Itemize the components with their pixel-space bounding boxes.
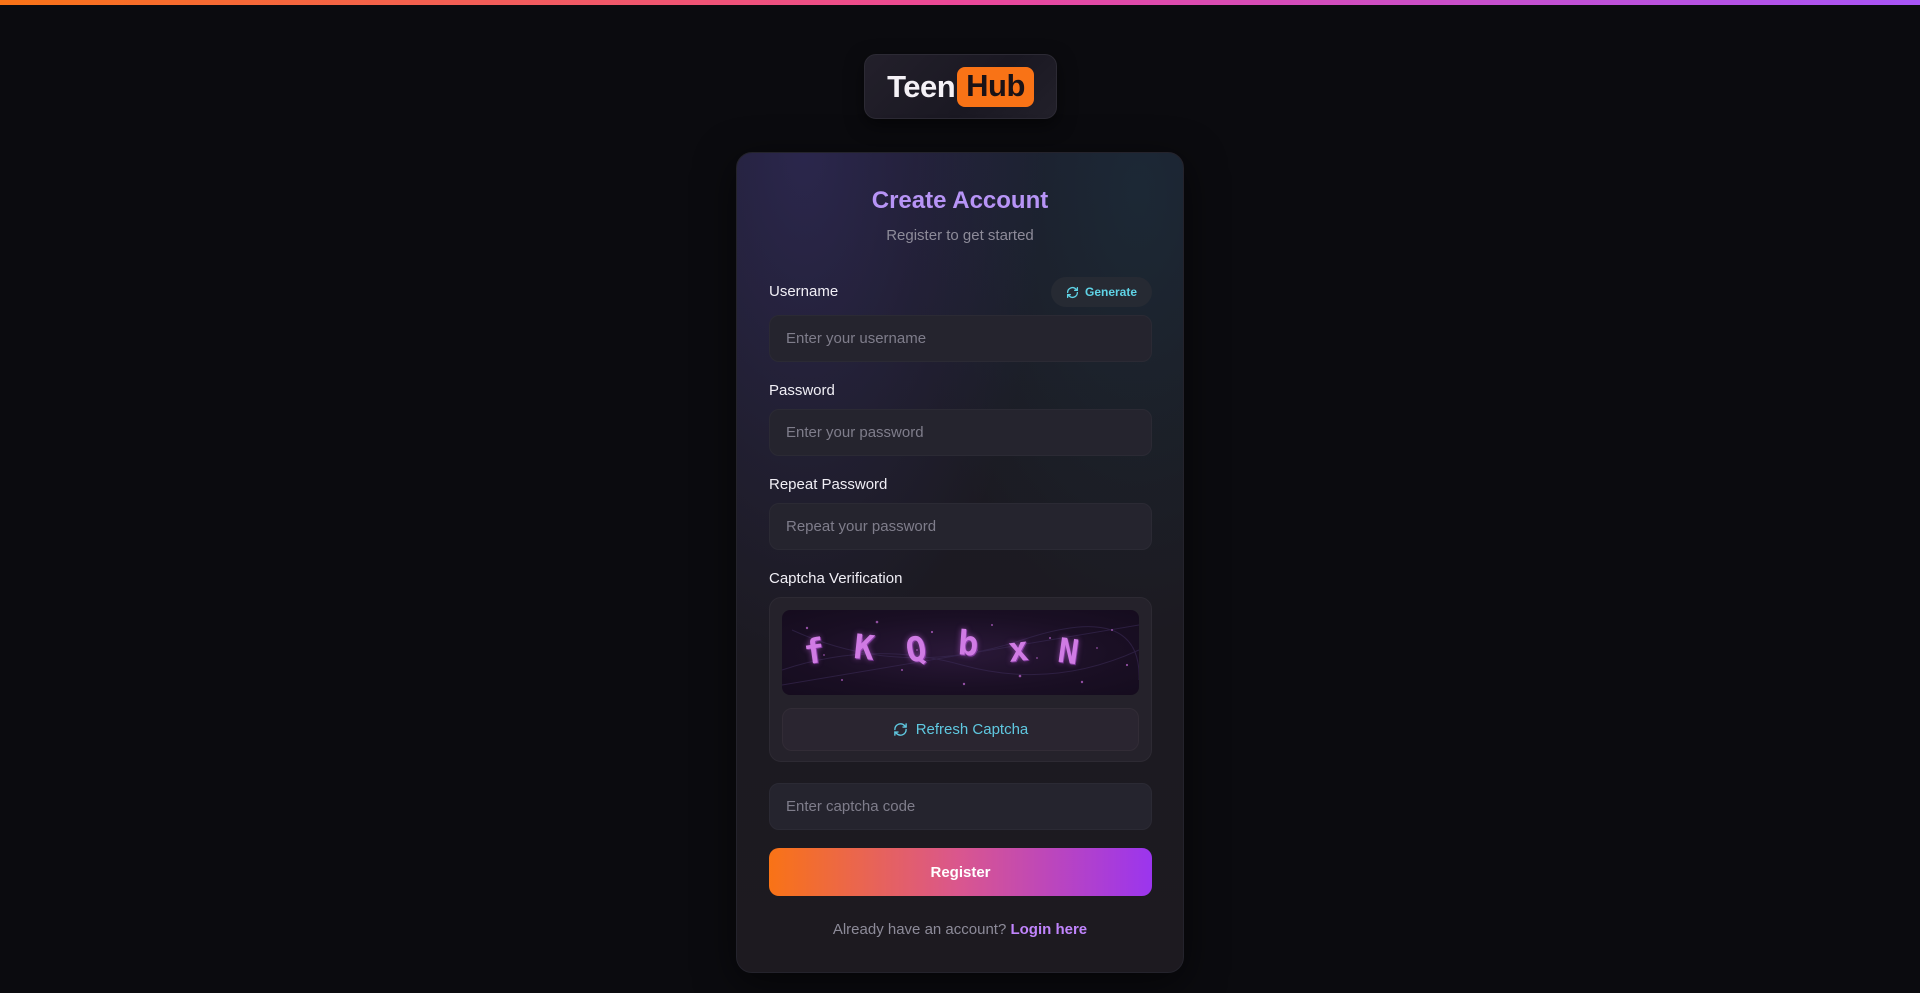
- captcha-char: N: [1055, 630, 1082, 674]
- refresh-icon: [893, 722, 908, 737]
- login-link[interactable]: Login here: [1010, 921, 1087, 938]
- repeat-password-label: Repeat Password: [769, 476, 888, 493]
- register-button[interactable]: Register: [769, 848, 1152, 896]
- captcha-char: b: [956, 623, 980, 665]
- login-prompt-text: Already have an account?: [832, 921, 1007, 938]
- password-label: Password: [769, 382, 835, 399]
- logo-text-teen: Teen: [887, 68, 956, 104]
- username-input[interactable]: [769, 315, 1152, 362]
- captcha-container: fKQbxN Refresh Captcha: [769, 597, 1152, 762]
- captcha-char: Q: [902, 628, 930, 672]
- captcha-char: f: [801, 630, 828, 674]
- refresh-captcha-label: Refresh Captcha: [915, 721, 1029, 738]
- refresh-icon: [1066, 286, 1079, 299]
- captcha-characters: fKQbxN: [782, 610, 1139, 695]
- captcha-input[interactable]: [769, 783, 1152, 830]
- generate-label: Generate: [1084, 285, 1138, 299]
- login-prompt: Already have an account? Login here: [737, 921, 1183, 938]
- top-gradient-bar: [0, 0, 1920, 5]
- logo-text-hub: Hub: [957, 66, 1034, 107]
- captcha-char: K: [851, 627, 877, 669]
- captcha-char: x: [1005, 629, 1031, 671]
- generate-username-button[interactable]: Generate: [1051, 277, 1152, 307]
- captcha-image: fKQbxN: [782, 610, 1139, 695]
- username-label: Username: [769, 283, 839, 300]
- password-input[interactable]: [769, 409, 1152, 456]
- page-subtitle: Register to get started: [886, 227, 1034, 244]
- page-title: Create Account: [871, 187, 1049, 214]
- register-card: Create Account Register to get started U…: [736, 152, 1184, 973]
- refresh-captcha-button[interactable]: Refresh Captcha: [782, 708, 1139, 751]
- site-logo[interactable]: Teen Hub: [864, 54, 1057, 119]
- captcha-label: Captcha Verification: [769, 570, 903, 587]
- repeat-password-input[interactable]: [769, 503, 1152, 550]
